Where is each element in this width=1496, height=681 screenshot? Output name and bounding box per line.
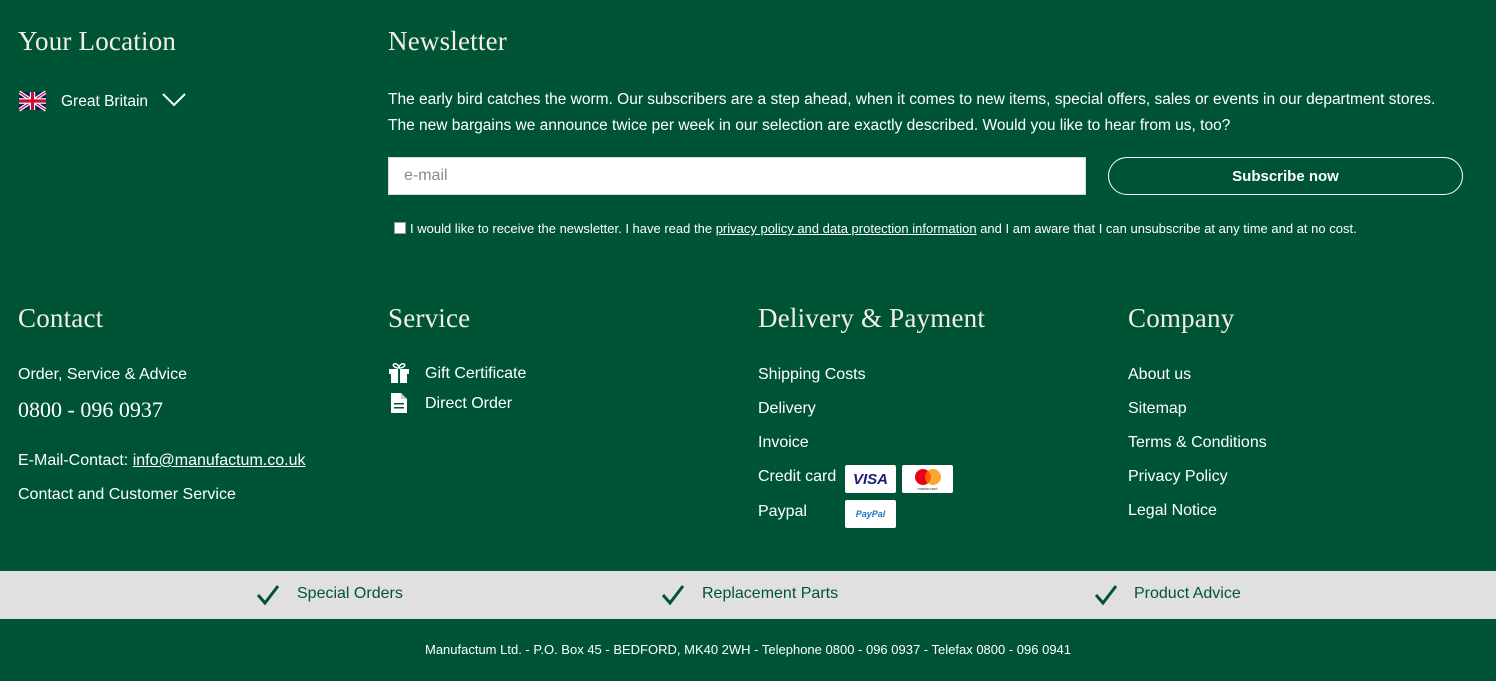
company-item-sitemap[interactable]: Sitemap (1128, 400, 1187, 418)
company-item-about-us[interactable]: About us (1128, 366, 1191, 384)
company-item-privacy-policy[interactable]: Privacy Policy (1128, 468, 1228, 486)
privacy-policy-link[interactable]: privacy policy and data protection infor… (716, 221, 977, 236)
email-contact-label: E-Mail-Contact: (18, 452, 129, 469)
email-input[interactable] (388, 157, 1086, 195)
delivery-item-credit-card[interactable]: Credit card (758, 468, 836, 486)
benefit-replacement-parts: Replacement Parts (702, 585, 839, 602)
consent-text-after: and I am aware that I can unsubscribe at… (980, 221, 1357, 236)
gift-icon (389, 363, 409, 383)
document-icon (391, 393, 407, 413)
delivery-item-delivery[interactable]: Delivery (758, 400, 816, 418)
newsletter-text-line2: The new bargains we announce twice per w… (388, 117, 1231, 134)
company-item-legal-notice[interactable]: Legal Notice (1128, 502, 1217, 520)
paypal-logo-text: PayPal (855, 509, 886, 519)
paypal-logo: PayPal (845, 500, 896, 528)
delivery-item-shipping-costs[interactable]: Shipping Costs (758, 366, 866, 384)
checkmark-icon (256, 585, 280, 606)
delivery-item-paypal[interactable]: Paypal (758, 503, 807, 521)
visa-logo-text: VISA (852, 470, 888, 488)
benefit-product-advice: Product Advice (1134, 585, 1241, 602)
order-service-label: Order, Service & Advice (18, 366, 187, 383)
delivery-payment-heading: Delivery & Payment (758, 303, 986, 333)
email-contact: E-Mail-Contact: info@manufactum.co.uk (18, 452, 305, 470)
contact-heading: Contact (18, 303, 104, 333)
company-item-terms[interactable]: Terms & Conditions (1128, 434, 1267, 452)
checkmark-icon (1094, 585, 1118, 606)
mastercard-logo-text: mastercard (917, 486, 938, 491)
contact-phone[interactable]: 0800 - 096 0937 (18, 397, 163, 423)
service-item-gift-certificate[interactable]: Gift Certificate (425, 365, 526, 383)
mastercard-logo: mastercard (902, 465, 953, 493)
service-item-direct-order[interactable]: Direct Order (425, 395, 512, 413)
newsletter-heading: Newsletter (388, 26, 507, 56)
service-heading: Service (388, 303, 471, 333)
newsletter-consent-text: I would like to receive the newsletter. … (410, 221, 1357, 236)
consent-text-before: I would like to receive the newsletter. … (410, 221, 713, 236)
uk-flag-icon[interactable] (19, 90, 46, 112)
company-heading: Company (1128, 303, 1235, 333)
subscribe-button[interactable]: Subscribe now (1108, 157, 1463, 195)
location-heading: Your Location (18, 26, 177, 56)
newsletter-consent-checkbox[interactable] (394, 222, 406, 234)
benefit-special-orders: Special Orders (297, 585, 403, 602)
contact-email-link[interactable]: info@manufactum.co.uk (133, 452, 306, 469)
country-selector-label[interactable]: Great Britain (61, 93, 148, 111)
visa-logo: VISA (845, 465, 896, 493)
benefits-band: Special Orders Replacement Parts Product… (0, 571, 1496, 619)
customer-service-link[interactable]: Contact and Customer Service (18, 486, 236, 504)
newsletter-description: The early bird catches the worm. Our sub… (388, 87, 1478, 139)
newsletter-text-line1: The early bird catches the worm. Our sub… (388, 91, 1436, 108)
checkmark-icon (661, 585, 685, 606)
delivery-item-invoice[interactable]: Invoice (758, 434, 809, 452)
company-address: Manufactum Ltd. - P.O. Box 45 - BEDFORD,… (424, 642, 1072, 657)
chevron-down-icon[interactable] (162, 92, 186, 108)
